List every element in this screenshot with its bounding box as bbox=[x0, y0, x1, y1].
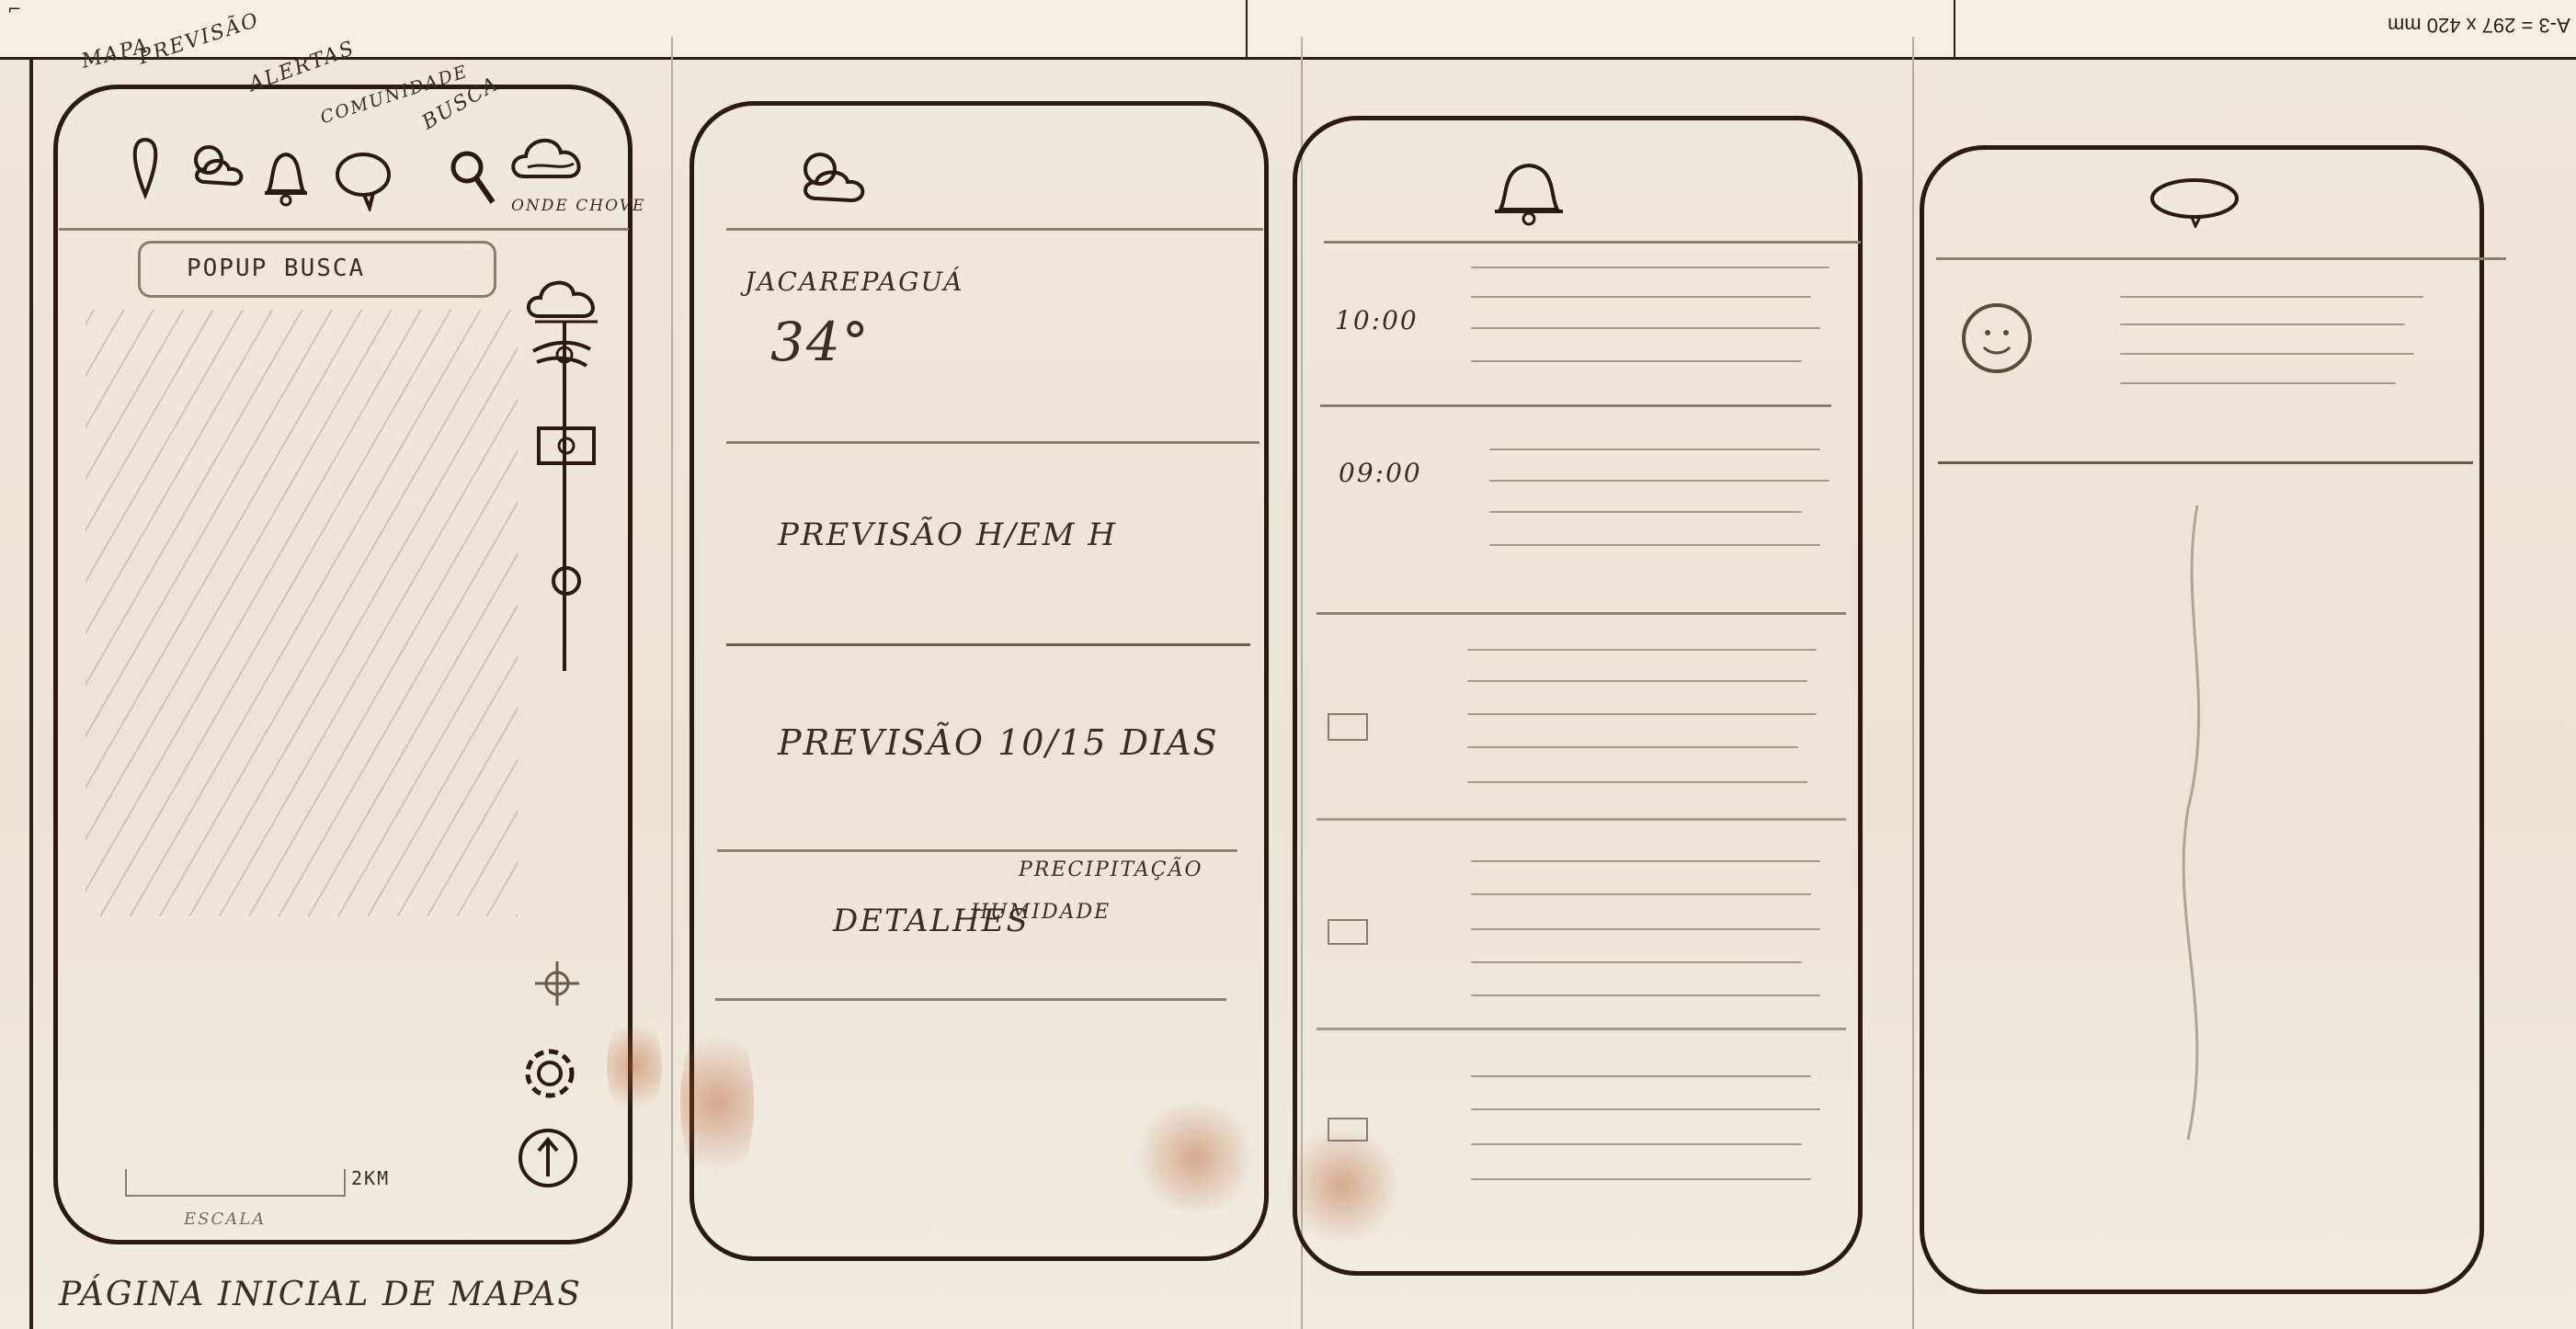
paper-stain bbox=[1287, 1121, 1397, 1250]
bell-icon[interactable] bbox=[259, 142, 313, 208]
post-divider bbox=[1938, 461, 2473, 464]
rain-cloud-icon[interactable] bbox=[507, 127, 592, 193]
settings-gear-icon[interactable] bbox=[511, 1035, 588, 1112]
alert-divider bbox=[1320, 404, 1831, 407]
alert-text-line bbox=[1471, 327, 1820, 329]
alert-text-line bbox=[1489, 449, 1820, 450]
map-header-divider bbox=[59, 228, 629, 231]
map-area[interactable] bbox=[85, 310, 518, 916]
weather-cloud-sun-icon[interactable] bbox=[188, 138, 253, 193]
current-temperature: 34° bbox=[770, 311, 871, 373]
north-compass-icon[interactable] bbox=[515, 1125, 581, 1191]
post-text-line bbox=[2120, 353, 2414, 355]
feed-scroll-sketch bbox=[2182, 505, 2201, 1141]
sheet-header: ⌐ A-3 = 297 x 420 mm bbox=[0, 0, 2576, 60]
alert-text-line bbox=[1467, 713, 1817, 715]
column-divider bbox=[1912, 37, 1914, 1329]
header-divider bbox=[1246, 0, 1248, 57]
detail-precipitation: PRECIPITAÇÃO bbox=[1019, 858, 1203, 881]
chat-bubble-icon bbox=[2150, 178, 2239, 228]
post-text-line bbox=[2120, 324, 2405, 325]
column-divider bbox=[671, 37, 673, 1329]
alert-text-line bbox=[1467, 680, 1807, 682]
alert-text-line bbox=[1489, 480, 1829, 482]
alert-text-line bbox=[1471, 994, 1820, 996]
alert-text-line bbox=[1471, 860, 1820, 862]
alert-text-line bbox=[1471, 928, 1820, 930]
alert-text-line bbox=[1489, 511, 1802, 513]
alert-text-line bbox=[1471, 893, 1811, 895]
alerts-header-divider bbox=[1324, 241, 1861, 244]
alert-divider bbox=[1316, 818, 1846, 821]
alert-text-line bbox=[1489, 544, 1820, 546]
alert-text-line bbox=[1471, 296, 1811, 298]
section-divider bbox=[717, 849, 1237, 852]
chat-bubble-icon[interactable] bbox=[333, 147, 393, 211]
alert-text-line bbox=[1471, 267, 1829, 268]
section-divider bbox=[726, 643, 1250, 646]
sheet-size-label: A-3 = 297 x 420 mm bbox=[2388, 14, 2570, 37]
label-where-rain: ONDE CHOVE bbox=[511, 197, 646, 215]
hourly-forecast-link[interactable]: PREVISÃO H/EM H bbox=[778, 517, 1117, 553]
scale-label: ESCALA bbox=[184, 1210, 267, 1229]
corner-mark: ⌐ bbox=[7, 0, 22, 19]
paper-stain bbox=[1131, 1103, 1260, 1213]
weather-cloud-sun-icon bbox=[804, 153, 865, 203]
section-divider bbox=[726, 441, 1260, 444]
alert-time: 09:00 bbox=[1339, 458, 1422, 488]
map-pin-icon[interactable] bbox=[127, 136, 164, 200]
rain-cloud-icon[interactable] bbox=[524, 272, 609, 327]
phone-alerts bbox=[1293, 116, 1863, 1276]
daily-forecast-link[interactable]: PREVISÃO 10/15 DIAS bbox=[778, 722, 1219, 763]
header-divider bbox=[1954, 0, 1955, 57]
satellite-layer-icon[interactable] bbox=[533, 423, 601, 469]
alert-text-line bbox=[1467, 746, 1798, 748]
user-avatar-icon[interactable] bbox=[1958, 300, 2035, 377]
alert-text-line bbox=[1467, 781, 1807, 783]
forecast-header-divider bbox=[726, 228, 1263, 231]
alert-placeholder-box bbox=[1328, 919, 1368, 945]
search-icon[interactable] bbox=[445, 145, 500, 210]
search-popup-label: POPUP BUSCA bbox=[187, 255, 366, 282]
alert-text-line bbox=[1471, 1075, 1811, 1077]
bell-icon bbox=[1495, 163, 1563, 226]
alert-text-line bbox=[1471, 360, 1802, 362]
scale-value: 2KM bbox=[351, 1167, 391, 1189]
map-scale-bar bbox=[125, 1169, 346, 1197]
community-header-divider bbox=[1936, 257, 2506, 260]
wind-icon[interactable] bbox=[526, 331, 599, 377]
alert-divider bbox=[1316, 1028, 1846, 1030]
alert-text-line bbox=[1471, 1178, 1811, 1180]
paper-stain bbox=[607, 1011, 662, 1121]
alert-text-line bbox=[1467, 649, 1817, 651]
alert-text-line bbox=[1471, 1143, 1802, 1145]
paper-stain bbox=[680, 1011, 754, 1195]
alert-time: 10:00 bbox=[1335, 305, 1419, 335]
alert-divider bbox=[1316, 612, 1846, 615]
search-popup[interactable]: POPUP BUSCA bbox=[138, 241, 496, 298]
temperature-layer-icon[interactable] bbox=[548, 562, 585, 599]
post-text-line bbox=[2120, 382, 2396, 384]
detail-humidity: HUMIDADE bbox=[971, 901, 1111, 924]
alert-text-line bbox=[1471, 1108, 1820, 1110]
section-divider bbox=[715, 998, 1226, 1001]
post-text-line bbox=[2120, 296, 2423, 298]
alert-text-line bbox=[1471, 961, 1802, 963]
alert-placeholder-box bbox=[1328, 713, 1368, 741]
screen-caption: PÁGINA INICIAL DE MAPAS bbox=[59, 1276, 582, 1313]
city-name: JACAREPAGUÁ bbox=[745, 267, 964, 297]
location-crosshair-icon[interactable] bbox=[530, 956, 585, 1011]
